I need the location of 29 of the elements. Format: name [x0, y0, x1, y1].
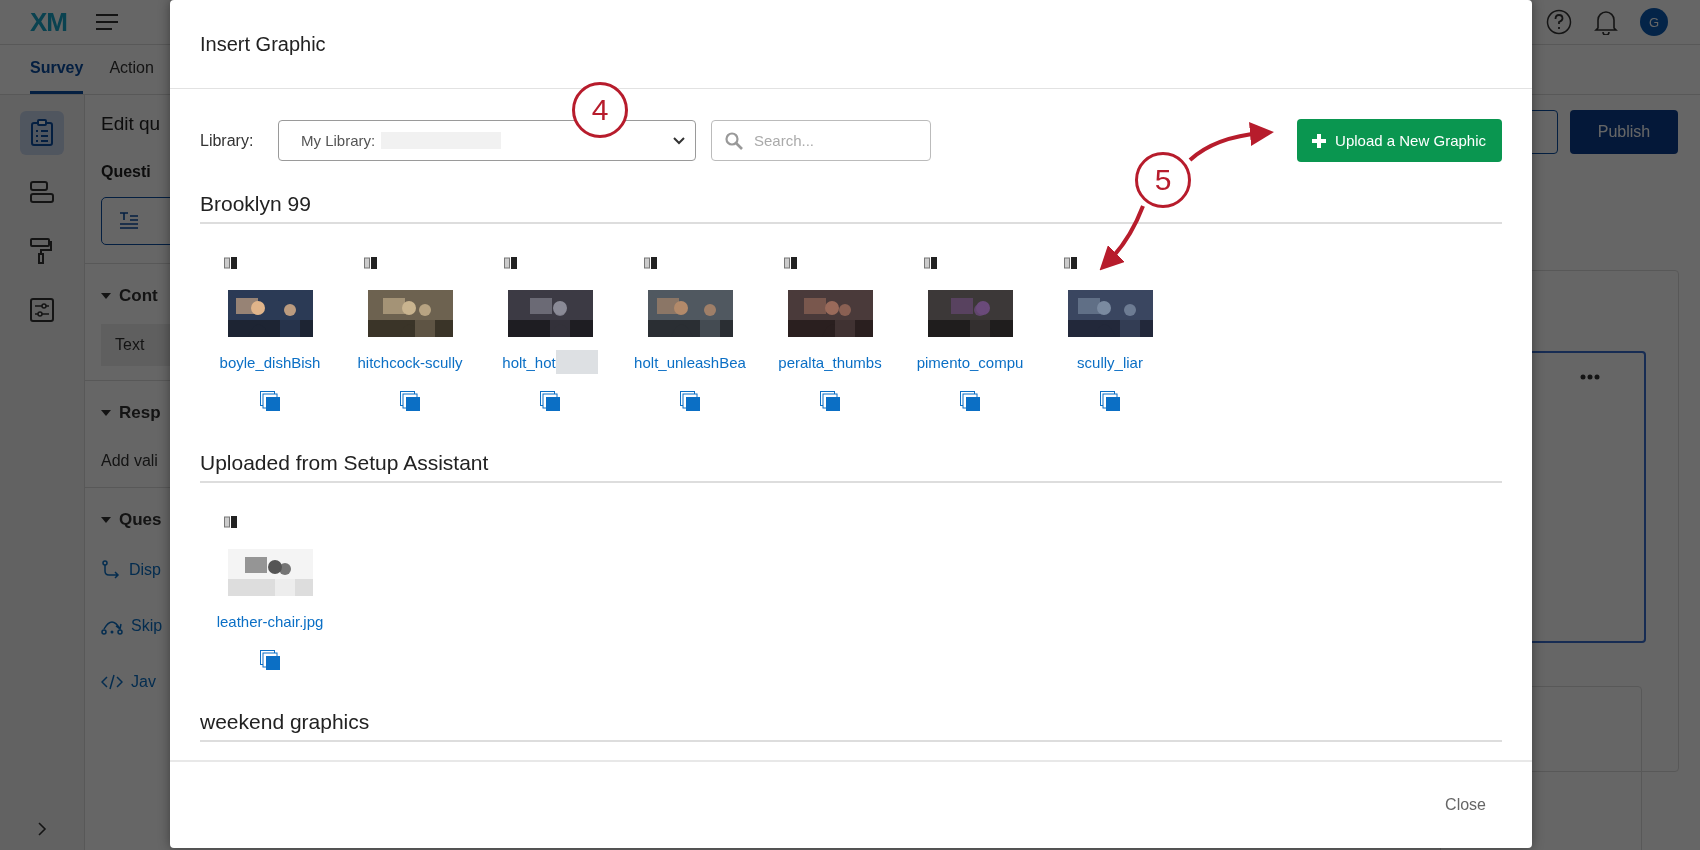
graphic-link[interactable]: hitchcock-scully: [357, 353, 463, 371]
option-link[interactable]: Jav: [131, 673, 156, 691]
option-link[interactable]: Skip: [131, 617, 163, 635]
library-label: Library:: [200, 131, 255, 150]
option-link[interactable]: Disp: [129, 561, 161, 579]
graphic-link[interactable]: boyle_dishBish: [219, 353, 321, 371]
user-avatar[interactable]: G: [1640, 8, 1668, 36]
library-dropdown[interactable]: My Library:: [278, 120, 696, 161]
graphic-link[interactable]: scully_liar: [1077, 353, 1143, 371]
graphic-link[interactable]: holt_hot: [502, 353, 556, 371]
close-button[interactable]: Close: [1439, 795, 1492, 815]
page-title: Edit qu: [101, 113, 162, 136]
graphic-link[interactable]: pimento_compu: [916, 353, 1024, 371]
graphic-link[interactable]: leather-chair.jpg: [216, 612, 324, 630]
nav-tab[interactable]: Action: [109, 59, 154, 94]
option-text: Add vali: [101, 451, 159, 471]
section-heading: Uploaded from Setup Assistant: [200, 451, 1502, 483]
section-title: Ques: [119, 510, 162, 530]
section-label: Questi: [101, 163, 152, 182]
section-title: Cont: [119, 286, 158, 306]
graphic-link[interactable]: holt_unleashBea: [634, 353, 746, 371]
graphic-link[interactable]: peralta_thumbs: [778, 353, 882, 371]
publish-button[interactable]: Publish: [1570, 110, 1678, 154]
logo[interactable]: XM: [30, 6, 67, 38]
dialog-title: Insert Graphic: [200, 32, 326, 56]
section-heading: weekend graphics: [200, 710, 1502, 742]
upload-button[interactable]: Upload a New Graphic: [1297, 119, 1502, 162]
section-title: Resp: [119, 403, 161, 423]
search-field[interactable]: Search...: [711, 120, 931, 161]
